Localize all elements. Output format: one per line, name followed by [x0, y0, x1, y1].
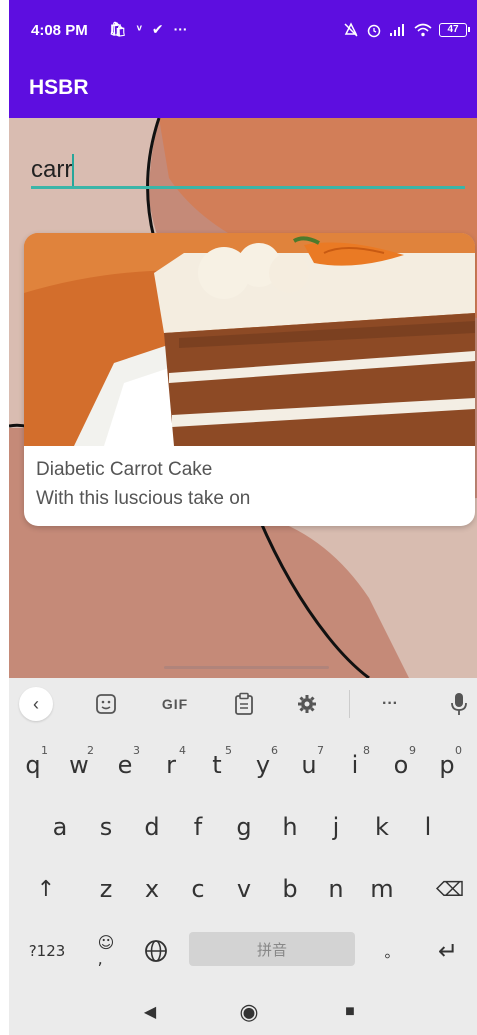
key-h[interactable]: h — [267, 796, 313, 858]
check-circle-icon: ✔ — [151, 21, 164, 37]
phone-screen: 4:08 PM 🛍 ᵛ ✔ ··· 47 HSBR carr Diabetic … — [9, 0, 477, 1035]
backspace-key[interactable]: ⌫ — [427, 858, 473, 920]
globe-icon[interactable] — [133, 920, 179, 982]
key-n[interactable]: n — [313, 858, 359, 920]
key-f[interactable]: f — [175, 796, 221, 858]
recipe-description: With this luscious take on — [36, 488, 251, 509]
nav-back-button[interactable]: ◀ — [135, 998, 165, 1026]
key-p[interactable]: p0 — [424, 734, 470, 796]
recipe-card[interactable]: Diabetic Carrot Cake With this luscious … — [24, 233, 475, 526]
key-m[interactable]: m — [359, 858, 405, 920]
content-area: carr Diabetic Carrot Cake With this lusc… — [9, 118, 477, 678]
search-input-text: carr — [31, 156, 73, 183]
key-w[interactable]: w2 — [56, 734, 102, 796]
key-a[interactable]: a — [37, 796, 83, 858]
soft-keyboard: ‹ GIF ··· q1 w2 e3 r4 t5 y6 u7 i 8 o 9 p… — [9, 678, 477, 988]
period-key[interactable]: 。 — [369, 920, 415, 982]
status-bar: 4:08 PM 🛍 ᵛ ✔ ··· 47 — [9, 0, 477, 62]
app-bar: HSBR — [9, 62, 477, 118]
shopping-bag-icon: 🛍 — [109, 21, 127, 37]
key-g[interactable]: g — [221, 796, 267, 858]
key-c[interactable]: c — [175, 858, 221, 920]
battery-icon: 47 — [439, 23, 470, 37]
more-dots-icon: ··· — [173, 21, 188, 37]
status-right-icons: 47 — [343, 22, 470, 38]
shift-key[interactable]: ↑ — [23, 858, 69, 920]
navigation-bar: ◀ ◉ ■ — [9, 988, 477, 1035]
nav-recents-button[interactable]: ■ — [335, 998, 365, 1026]
key-t[interactable]: t5 — [194, 734, 240, 796]
key-q[interactable]: q1 — [10, 734, 56, 796]
key-k[interactable]: k — [359, 796, 405, 858]
emoji-comma-key[interactable]: ☺ , — [83, 920, 129, 982]
microphone-icon[interactable] — [444, 688, 474, 720]
key-z[interactable]: z — [83, 858, 129, 920]
symbols-key[interactable]: ?123 — [19, 920, 75, 982]
wifi-icon — [414, 23, 432, 37]
key-j[interactable]: j — [313, 796, 359, 858]
search-underline — [31, 186, 465, 189]
space-key[interactable]: 拼音 — [189, 932, 355, 966]
key-u[interactable]: u7 — [286, 734, 332, 796]
key-o[interactable]: o9 — [378, 734, 424, 796]
emoji-sticker-icon[interactable] — [91, 688, 121, 720]
key-b[interactable]: b — [267, 858, 313, 920]
signal-icon — [390, 24, 404, 36]
toolbar-divider — [349, 690, 350, 718]
alarm-icon — [367, 24, 381, 38]
key-r[interactable]: r4 — [148, 734, 194, 796]
carrot-cake-image — [24, 233, 475, 446]
mute-icon — [344, 22, 358, 37]
status-left-icons: 🛍 ᵛ ✔ ··· — [109, 21, 188, 38]
more-options-button[interactable]: ··· — [375, 688, 405, 720]
gif-button[interactable]: GIF — [155, 688, 195, 720]
key-y[interactable]: y6 — [240, 734, 286, 796]
key-i[interactable]: i8 — [332, 734, 378, 796]
key-e[interactable]: e3 — [102, 734, 148, 796]
keyboard-row-4: ?123 ☺ , 拼音 。 ↵ — [9, 920, 477, 982]
key-l[interactable]: l — [405, 796, 451, 858]
text-cursor — [72, 154, 75, 186]
recipe-title: Diabetic Carrot Cake — [36, 459, 213, 480]
keyboard-row-2: a s d f g h j k l — [9, 796, 477, 858]
key-x[interactable]: x — [129, 858, 175, 920]
keyboard-row-1: q1 w2 e3 r4 t5 y6 u7 i8 o9 p0 — [9, 734, 477, 796]
gear-icon[interactable] — [292, 688, 322, 720]
app-title: HSBR — [29, 76, 89, 99]
nav-home-button[interactable]: ◉ — [234, 998, 264, 1026]
call-icon: ᵛ — [136, 21, 142, 37]
key-v[interactable]: v — [221, 858, 267, 920]
key-s[interactable]: s — [83, 796, 129, 858]
key-d[interactable]: d — [129, 796, 175, 858]
enter-key[interactable]: ↵ — [425, 920, 471, 982]
drag-handle — [164, 666, 329, 669]
clipboard-icon[interactable] — [229, 688, 259, 720]
keyboard-toolbar: ‹ GIF ··· — [9, 678, 477, 730]
status-time: 4:08 PM — [31, 22, 88, 39]
keyboard-row-3: ↑ z x c v b n m ⌫ — [9, 858, 477, 920]
keyboard-back-button[interactable]: ‹ — [19, 687, 53, 721]
search-input[interactable]: carr — [31, 154, 465, 190]
